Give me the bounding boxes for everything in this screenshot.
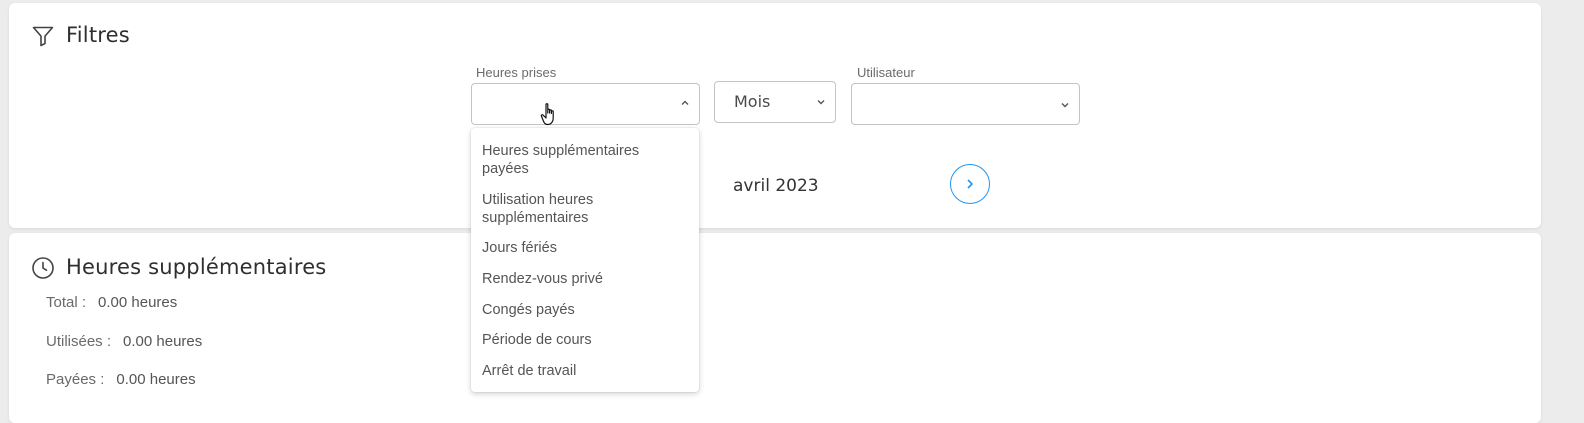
chevron-up-icon (681, 100, 689, 105)
paid-value: 0.00 heures (116, 371, 196, 388)
total-value: 0.00 heures (98, 294, 178, 311)
filters-title-text: Filtres (66, 23, 130, 47)
total-stat: Total : 0.00 heures (46, 294, 177, 311)
hours-taken-label: Heures prises (476, 65, 557, 80)
current-period-label: avril 2023 (733, 176, 819, 196)
dropdown-option[interactable]: Jours fériés (482, 239, 682, 257)
chevron-right-icon (967, 179, 974, 189)
used-value: 0.00 heures (123, 333, 203, 350)
dropdown-option[interactable]: Congés payés (482, 301, 682, 319)
used-stat: Utilisées : 0.00 heures (46, 333, 202, 350)
used-label: Utilisées : (46, 333, 112, 350)
dropdown-option[interactable]: Arrêt de travail (482, 362, 682, 380)
user-label: Utilisateur (857, 65, 915, 80)
hand-cursor-icon (540, 103, 554, 126)
clock-icon (31, 256, 55, 280)
chevron-down-icon (817, 100, 825, 105)
overtime-title-text: Heures supplémentaires (66, 255, 327, 279)
dropdown-option[interactable]: Heures supplémentaires payées (482, 142, 682, 178)
user-select[interactable] (851, 83, 1080, 125)
hours-taken-dropdown: Heures supplémentaires payées Utilisatio… (471, 128, 699, 392)
paid-stat: Payées : 0.00 heures (46, 371, 196, 388)
total-label: Total : (46, 294, 87, 311)
paid-label: Payées : (46, 371, 105, 388)
chevron-down-icon (1061, 103, 1069, 108)
dropdown-option[interactable]: Utilisation heures supplémentaires (482, 191, 682, 227)
dropdown-option[interactable]: Période de cours (482, 331, 682, 349)
overtime-card: Heures supplémentaires (9, 233, 1541, 423)
filter-icon (31, 24, 55, 48)
period-select[interactable]: Mois (714, 81, 836, 123)
hours-taken-select[interactable] (471, 83, 700, 125)
period-value: Mois (734, 92, 771, 111)
dropdown-option[interactable]: Rendez-vous privé (482, 270, 682, 288)
next-period-button[interactable] (950, 164, 990, 204)
